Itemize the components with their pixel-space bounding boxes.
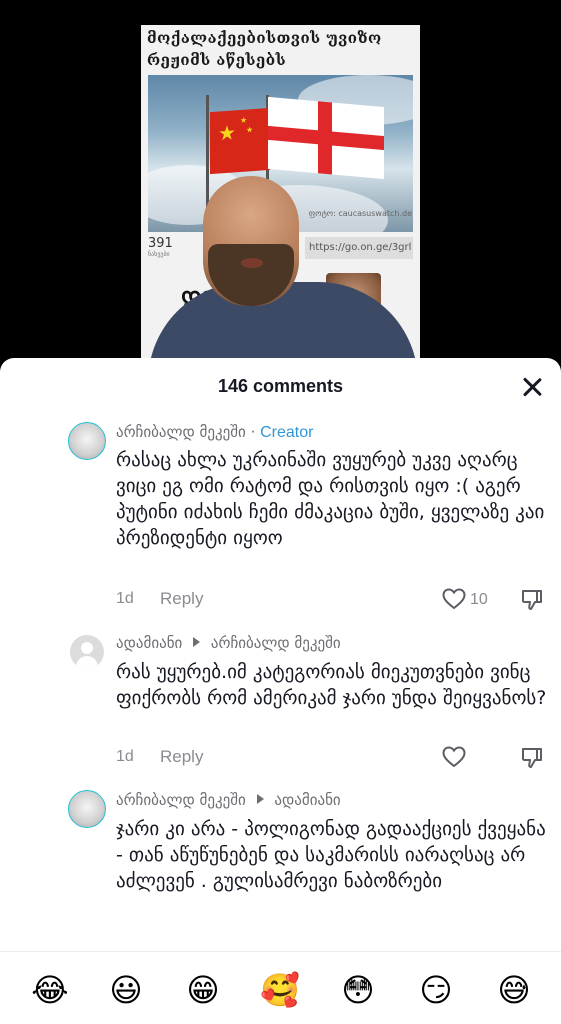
emoji-flushed[interactable]: 😳	[338, 970, 378, 1010]
thumbs-down-icon[interactable]	[520, 588, 544, 612]
comment-time: 1d	[116, 748, 134, 765]
comment-author[interactable]: ადამიანი	[116, 634, 182, 652]
reply-to-author[interactable]: არჩიბალდ მეკეში	[211, 634, 341, 652]
emoji-tears-of-joy[interactable]: 😂	[30, 970, 70, 1010]
video-player[interactable]: მოქალაქეებისთვის უვიზო რეჟიმს აწესებს ★ ★…	[0, 0, 561, 370]
comment-meta: არჩიბალდ მეკეში · Creator	[116, 423, 314, 441]
emoji-bar: 😂 😃 😁 🥰 😳 😏 😅	[0, 951, 561, 1024]
emoji-sweat-smile[interactable]: 😅	[494, 970, 534, 1010]
emoji-smirk[interactable]: 😏	[416, 970, 456, 1010]
emoji-beaming[interactable]: 😁	[183, 970, 223, 1010]
comment-text: რასაც ახლა უკრაინაში ვუყურებ უკვე აღარც …	[116, 449, 545, 549]
heart-icon[interactable]	[442, 588, 466, 610]
thumbs-down-icon[interactable]	[520, 746, 544, 770]
comment-author[interactable]: არჩიბალდ მეკეში	[116, 791, 246, 809]
article-headline: მოქალაქეებისთვის უვიზო რეჟიმს აწესებს	[147, 29, 382, 69]
emoji-grinning[interactable]: 😃	[106, 970, 146, 1010]
reply-button[interactable]: Reply	[160, 747, 203, 767]
comment-meta: ადამიანი არჩიბალდ მეკეში	[116, 634, 341, 652]
close-icon[interactable]	[519, 374, 545, 400]
avatar[interactable]	[68, 422, 106, 460]
comment-count: 146 comments	[217, 376, 344, 396]
comments-header: 146 comments	[0, 358, 561, 416]
emoji-hearts[interactable]: 🥰	[260, 970, 300, 1010]
georgia-flag	[268, 96, 384, 180]
reply-arrow-icon	[256, 794, 264, 804]
like-count: 10	[470, 591, 488, 608]
reply-button[interactable]: Reply	[160, 589, 203, 609]
comments-sheet: 146 comments არჩიბალდ მეკეში · Creator რ…	[0, 358, 561, 1024]
avatar[interactable]	[70, 635, 104, 669]
comment-text: ჯარი კი არა - პოლიგონად გადააქციეს ქვეყა…	[116, 818, 546, 892]
reply-arrow-icon	[193, 637, 201, 647]
comment-meta: არჩიბალდ მეკეში ადამიანი	[116, 791, 341, 809]
comment-time: 1d	[116, 590, 134, 607]
china-flag: ★ ★ ★	[210, 107, 270, 175]
comment-text: რას უყურებ.იმ კატეგორიას მიეკუთვნები ვინ…	[116, 661, 547, 709]
creator-badge: Creator	[260, 424, 314, 441]
avatar[interactable]	[68, 790, 106, 828]
comment-author[interactable]: არჩიბალდ მეკეში	[116, 423, 246, 441]
heart-icon[interactable]	[442, 746, 466, 768]
reply-to-author[interactable]: ადამიანი	[274, 791, 340, 809]
creator-video-overlay	[148, 172, 418, 370]
